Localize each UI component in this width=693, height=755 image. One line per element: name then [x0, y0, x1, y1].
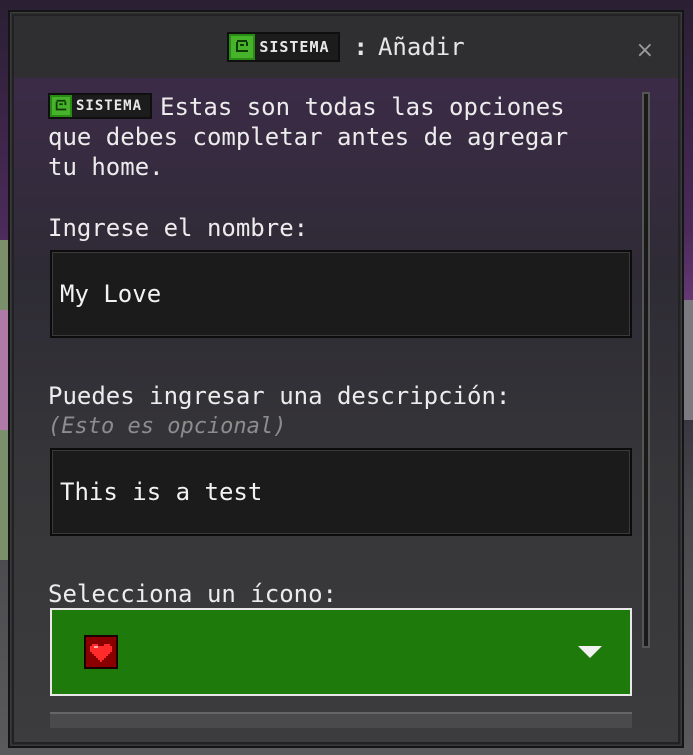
- dialog-frame: SISTEMA : Añadir × SISTEMA Estas son tod…: [12, 14, 680, 744]
- heart-icon: [84, 635, 118, 669]
- sistema-badge: SISTEMA: [227, 32, 340, 62]
- intro-sistema-badge: SISTEMA: [48, 93, 153, 119]
- dialog-title: Añadir: [377, 33, 465, 61]
- background-stone: [683, 300, 693, 420]
- title-separator: :: [353, 33, 368, 61]
- description-input-value: This is a test: [60, 478, 263, 506]
- dialog-content: SISTEMA Estas son todas las opciones que…: [14, 78, 678, 742]
- icon-select-label: Selecciona un ícono:: [48, 580, 337, 608]
- dialog-title-bar: SISTEMA : Añadir: [14, 16, 678, 78]
- intro-sistema-label: SISTEMA: [76, 98, 143, 114]
- name-input[interactable]: My Love: [50, 250, 632, 338]
- sistema-logo-icon: [229, 34, 256, 60]
- add-home-dialog: SISTEMA : Añadir × SISTEMA Estas son tod…: [8, 10, 684, 748]
- next-field-partial: [50, 712, 632, 728]
- intro-sistema-logo-icon: [50, 95, 72, 117]
- description-input[interactable]: This is a test: [50, 448, 632, 536]
- chevron-down-icon: [578, 646, 602, 658]
- name-input-value: My Love: [60, 280, 162, 308]
- icon-dropdown[interactable]: [50, 608, 632, 696]
- intro-message: SISTEMA Estas son todas las opciones que…: [48, 92, 608, 182]
- name-label: Ingrese el nombre:: [48, 214, 309, 242]
- scrollbar[interactable]: [642, 92, 650, 648]
- sistema-badge-label: SISTEMA: [259, 38, 330, 56]
- close-button[interactable]: ×: [636, 38, 654, 63]
- description-optional-hint: (Esto es opcional): [48, 414, 287, 439]
- description-label: Puedes ingresar una descripción:: [48, 382, 511, 410]
